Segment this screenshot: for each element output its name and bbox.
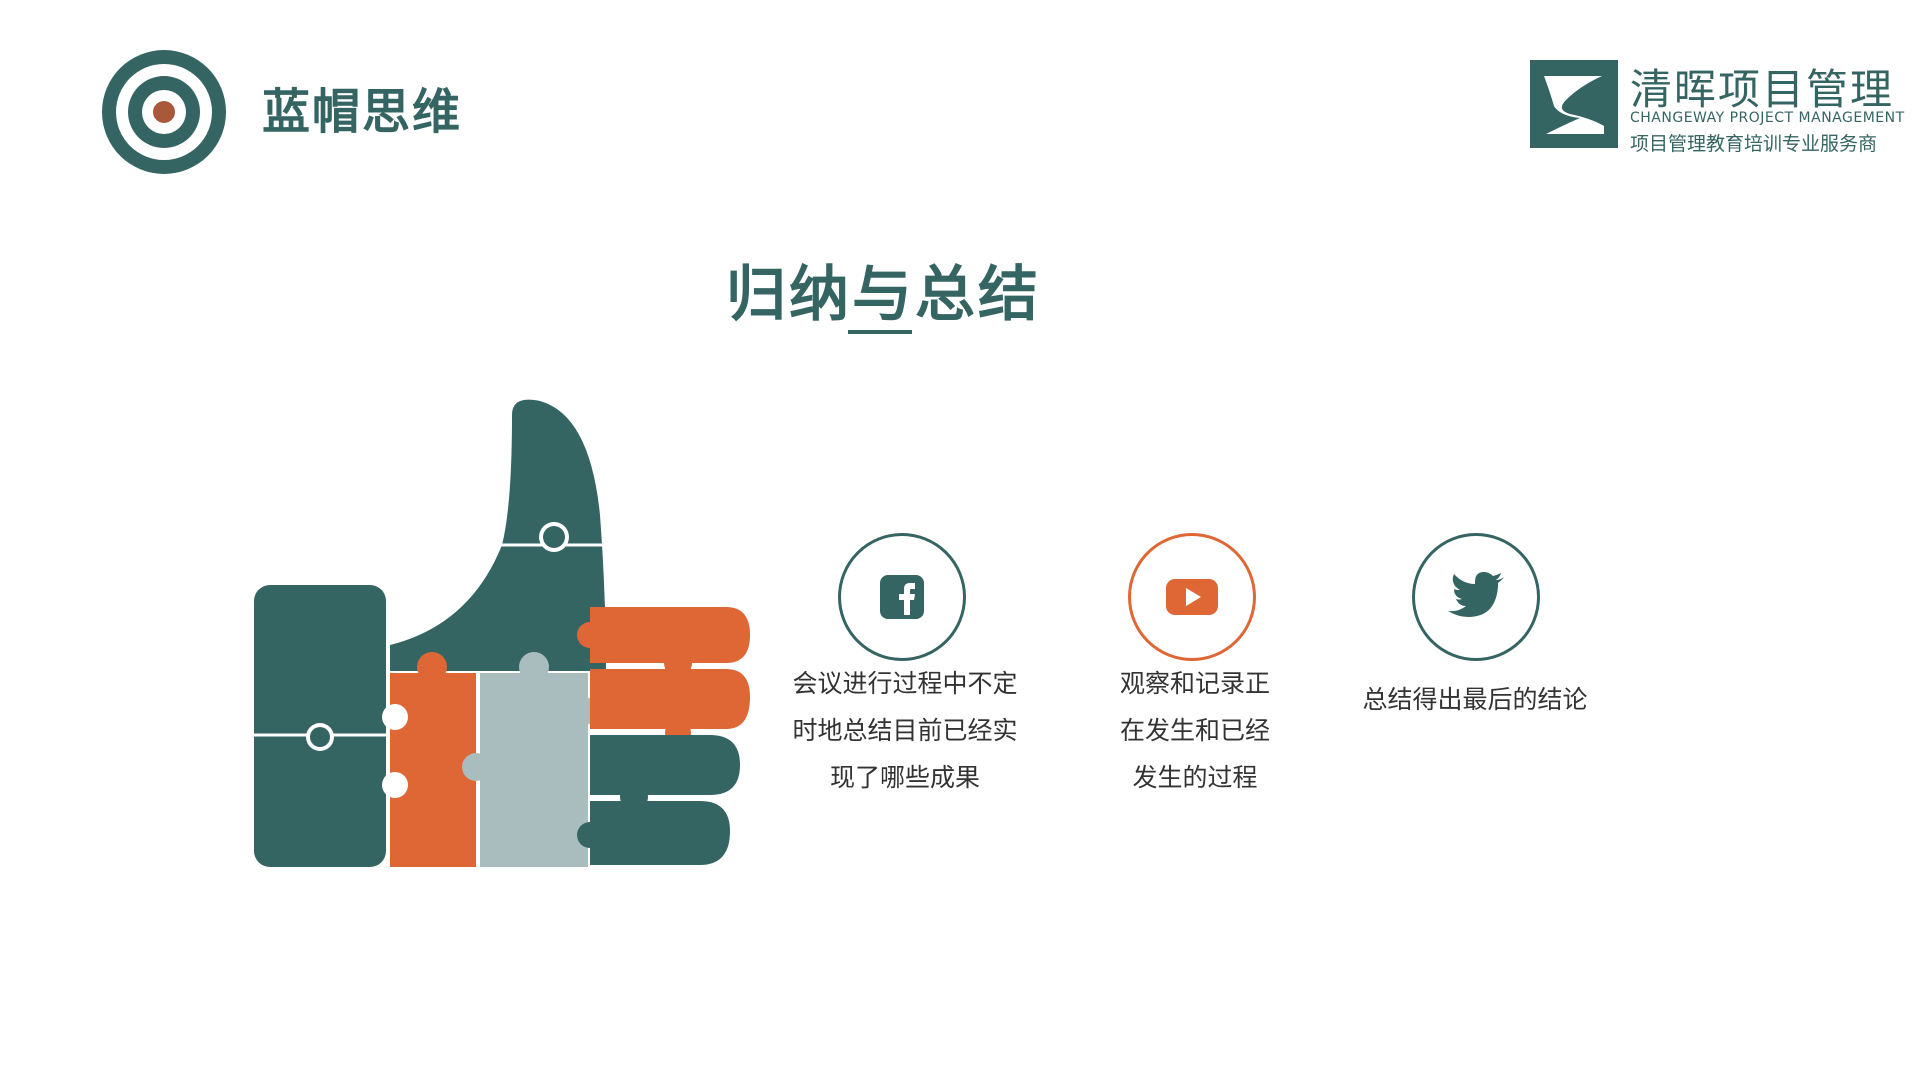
youtube-circle [1128, 533, 1256, 661]
description-line: 现了哪些成果 [829, 763, 980, 792]
page-header-title: 蓝帽思维 [262, 84, 463, 140]
facebook-icon [880, 575, 924, 619]
description-line: 发生的过程 [1132, 763, 1258, 792]
youtube-icon [1166, 579, 1218, 615]
section-title: 归纳与总结 [726, 260, 1041, 330]
title-underline [848, 330, 912, 334]
description-line: 时地总结目前已经实 [792, 716, 1018, 745]
item-description-youtube: 观察和记录正 在发生和已经 发生的过程 [1095, 660, 1295, 801]
twitter-circle [1412, 533, 1540, 661]
target-logo-icon [100, 48, 228, 176]
puzzle-thumbs-up-icon [250, 395, 750, 875]
item-description-facebook: 会议进行过程中不定 时地总结目前已经实 现了哪些成果 [760, 660, 1050, 801]
description-line: 总结得出最后的结论 [1362, 685, 1588, 714]
description-line: 在发生和已经 [1119, 716, 1270, 745]
description-line: 观察和记录正 [1119, 669, 1270, 698]
changeway-logo-icon [1530, 60, 1618, 148]
brand-tagline: 项目管理教育培训专业服务商 [1630, 133, 1878, 155]
facebook-circle [838, 533, 966, 661]
twitter-icon [1448, 572, 1504, 617]
brand-english-name: CHANGEWAY PROJECT MANAGEMENT [1630, 110, 1905, 126]
brand-name: 清晖项目管理 [1630, 65, 1895, 114]
item-description-twitter: 总结得出最后的结论 [1330, 676, 1620, 723]
description-line: 会议进行过程中不定 [792, 669, 1018, 698]
